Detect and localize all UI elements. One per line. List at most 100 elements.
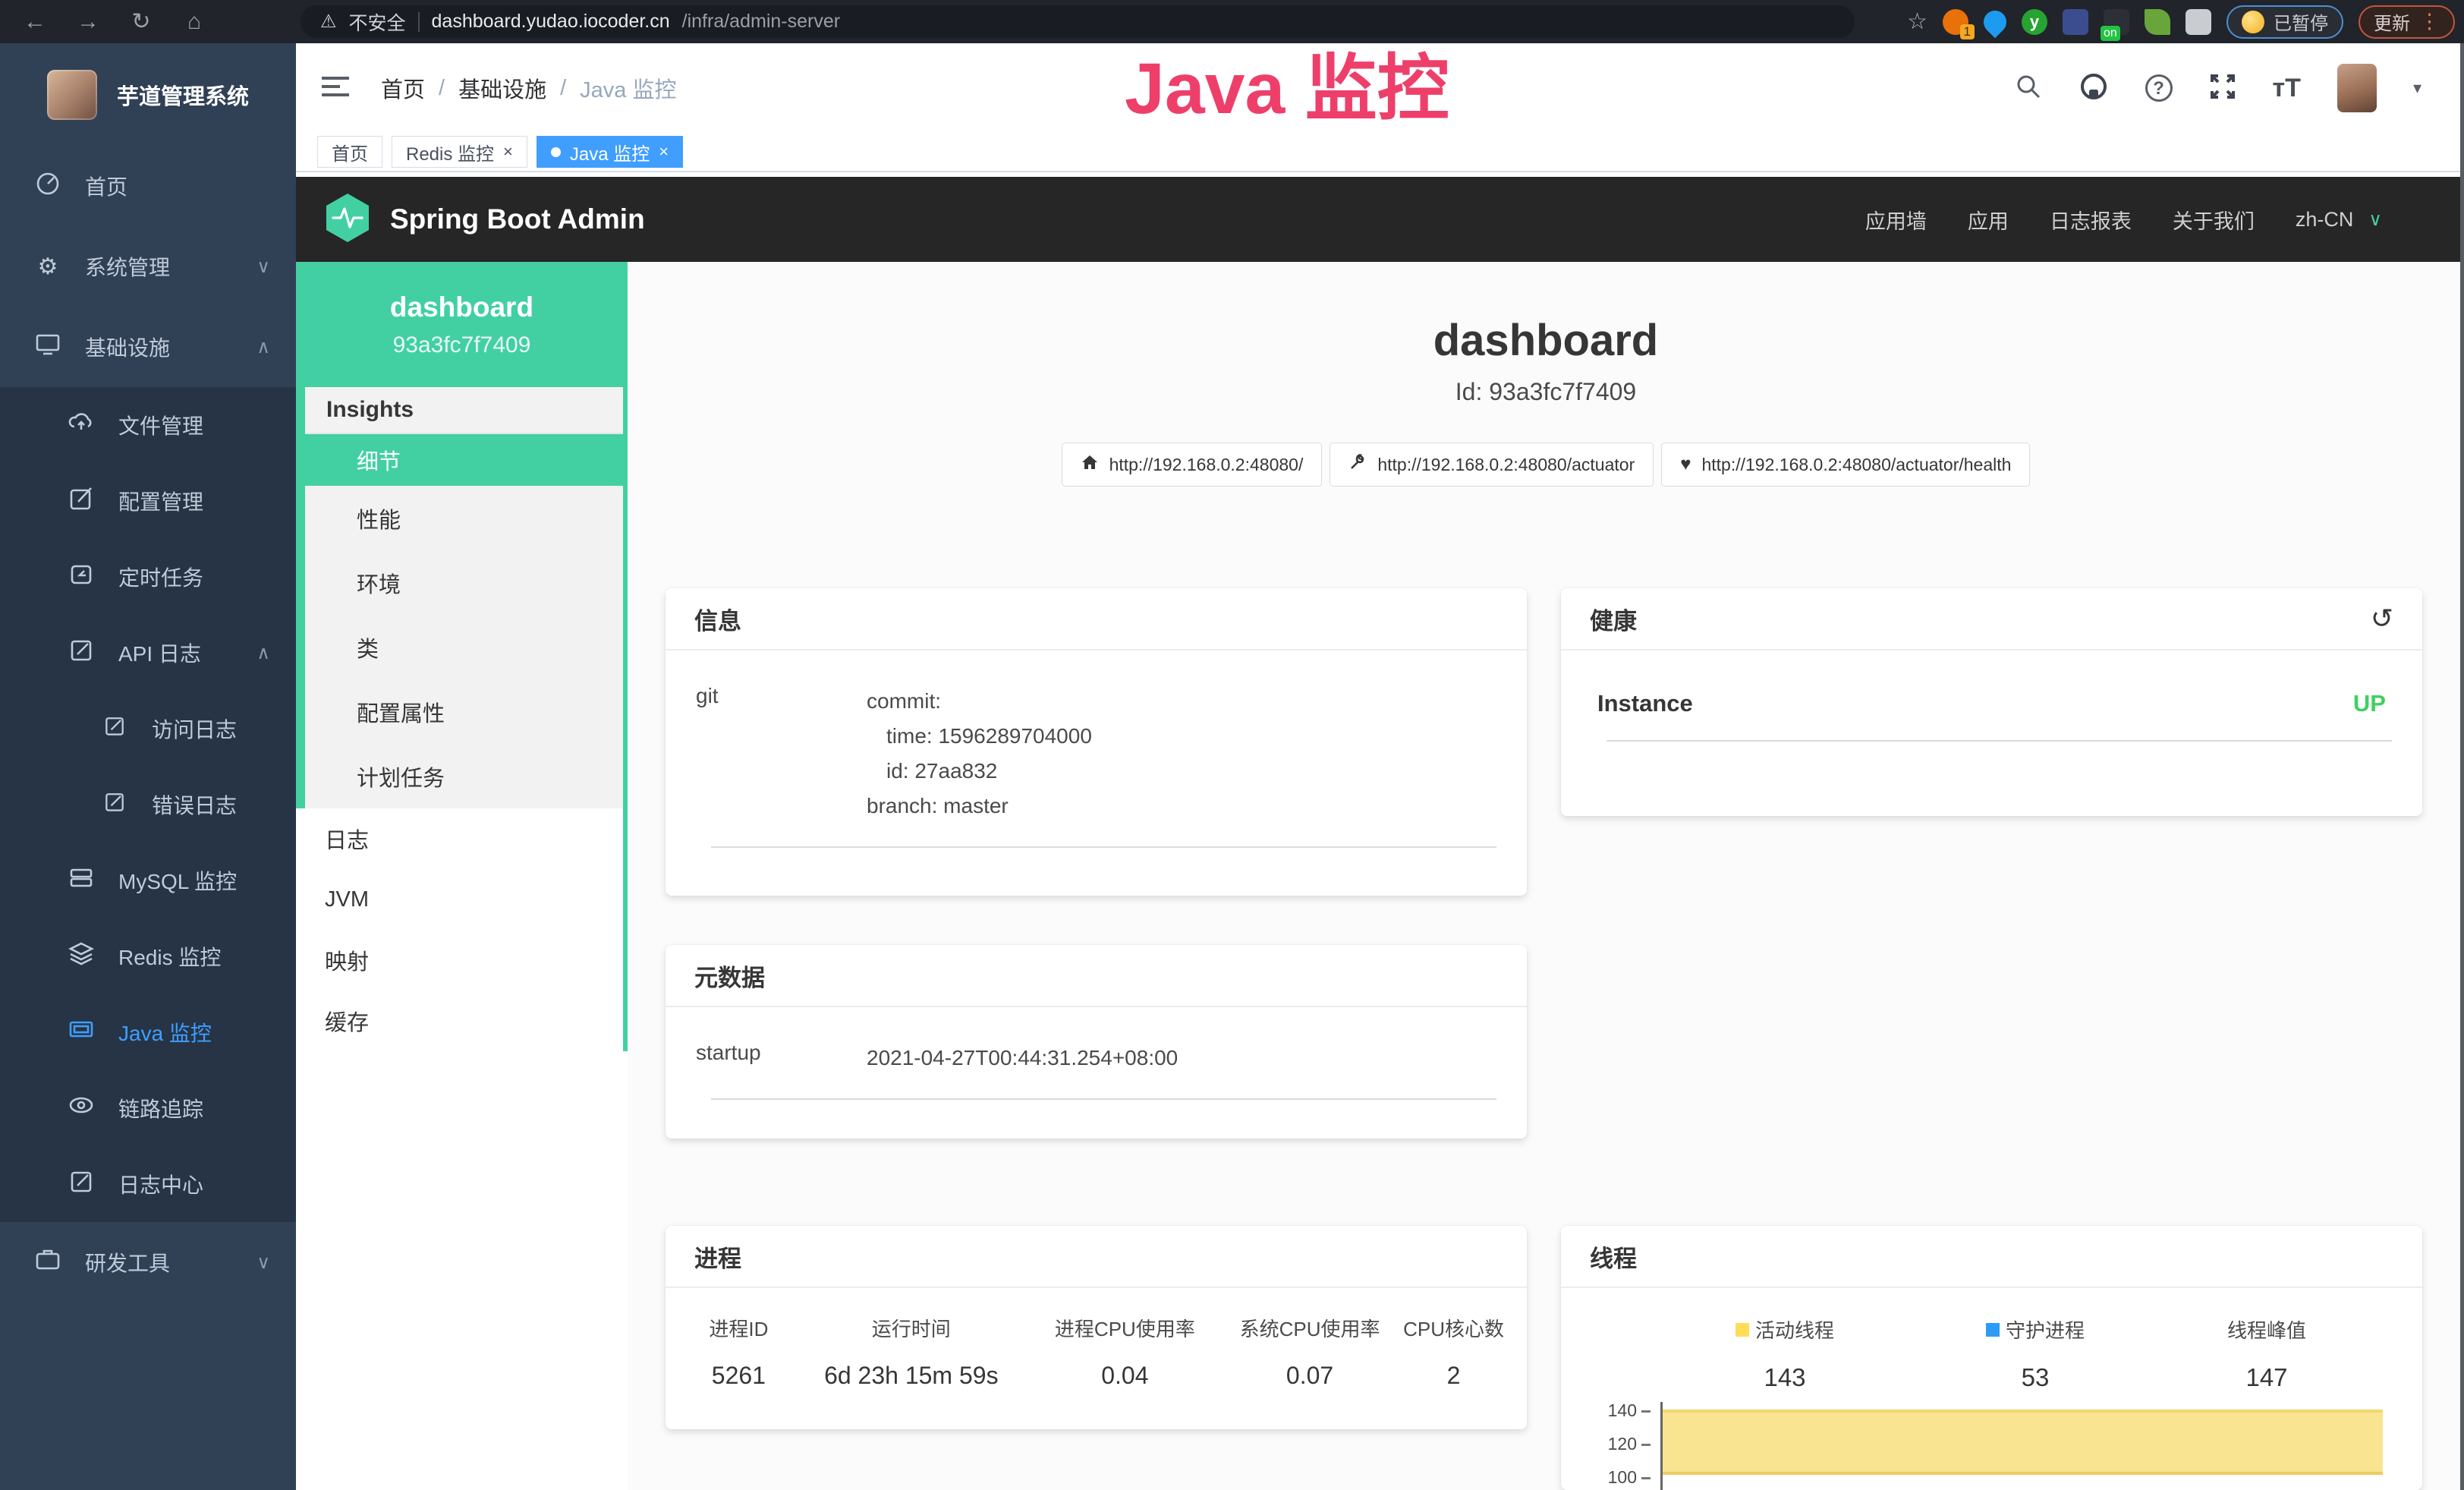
sba-menu-caches[interactable]: 缓存: [296, 991, 628, 1051]
live-threads-area: [1663, 1410, 2383, 1475]
sidebar-item-access-log[interactable]: 访问日志: [0, 691, 296, 767]
metadata-card-title: 元数据: [666, 945, 1527, 1007]
hamburger-icon[interactable]: [320, 74, 351, 103]
browser-menu-icon[interactable]: ⋮: [2419, 10, 2440, 33]
on-badge: on: [2101, 26, 2120, 41]
process-pid: 5261: [685, 1362, 792, 1390]
switch-extension-icon[interactable]: on: [2104, 9, 2129, 35]
annotation-text: Java 监控: [1125, 30, 1449, 134]
not-secure-label[interactable]: 不安全: [349, 8, 406, 36]
update-button[interactable]: 更新 ⋮: [2359, 5, 2455, 39]
sba-menu-scheduled-tasks[interactable]: 计划任务: [305, 744, 628, 808]
actuator-url-button[interactable]: http://192.168.0.2:48080/actuator: [1330, 443, 1654, 487]
sidebar-item-system[interactable]: ⚙ 系统管理 ∨: [0, 226, 296, 307]
locale-caret-icon[interactable]: ∨: [2368, 209, 2382, 231]
y-extension-icon[interactable]: y: [2022, 9, 2047, 35]
tag-redis-monitor[interactable]: Redis 监控 ×: [392, 136, 527, 168]
threads-area-chart: 140 120 100: [1561, 1399, 2422, 1490]
sidebar-item-tracing[interactable]: 链路追踪: [0, 1070, 296, 1146]
sba-menu-metrics[interactable]: 性能: [305, 486, 628, 550]
log-edit-icon: [67, 636, 96, 669]
paused-badge[interactable]: 已暂停: [2226, 5, 2343, 39]
sba-menu-environment[interactable]: 环境: [305, 550, 628, 615]
sba-brand-title[interactable]: Spring Boot Admin: [390, 203, 645, 235]
window-scrollbar[interactable]: [2460, 43, 2464, 1490]
sba-menu-logs[interactable]: 日志: [296, 808, 628, 869]
sidebar-item-error-log[interactable]: 错误日志: [0, 767, 296, 843]
forward-icon[interactable]: →: [67, 9, 109, 35]
tag-home[interactable]: 首页: [317, 136, 382, 168]
sba-nav-applications[interactable]: 应用: [1968, 205, 2009, 235]
sba-menu-jvm[interactable]: JVM: [296, 869, 628, 930]
sidebar-item-home[interactable]: 首页: [0, 146, 296, 226]
sidebar-item-file-manage[interactable]: 文件管理: [0, 387, 296, 463]
sba-menu-classes[interactable]: 类: [305, 615, 628, 679]
search-icon[interactable]: [2015, 73, 2042, 104]
sba-nav-locale[interactable]: zh-CN: [2296, 208, 2354, 232]
sba-nav-journal[interactable]: 日志报表: [2050, 205, 2132, 235]
dashboard-icon: [33, 169, 62, 203]
sba-nav-wallboard[interactable]: 应用墙: [1865, 205, 1927, 235]
address-bar[interactable]: ⚠ 不安全 dashboard.yudao.iocoder.cn/infra/a…: [301, 5, 1855, 38]
user-avatar[interactable]: [2337, 64, 2377, 112]
omnibox-divider: [418, 12, 420, 32]
cpu-cores: 2: [1400, 1362, 1507, 1390]
page-title: dashboard: [628, 315, 2464, 366]
breadcrumb-infra[interactable]: 基础设施: [458, 72, 546, 104]
sba-nav-about[interactable]: 关于我们: [2173, 205, 2255, 235]
row-divider: [1606, 740, 2392, 742]
chevron-down-icon: ∨: [256, 1252, 270, 1274]
bookmark-star-icon[interactable]: ☆: [1907, 8, 1927, 35]
extension-icon[interactable]: 1: [1943, 9, 1968, 35]
url-path: /infra/admin-server: [682, 11, 840, 33]
sba-sidebar: dashboard 93a3fc7f7409 Insights 细节 性能 环境…: [296, 262, 628, 1490]
sidebar-item-scheduled-jobs[interactable]: 定时任务: [0, 539, 296, 615]
update-label: 更新: [2374, 8, 2410, 35]
health-card: 健康 ↺ Instance UP: [1561, 588, 2422, 816]
close-icon[interactable]: ×: [659, 142, 669, 162]
fullscreen-icon[interactable]: [2209, 73, 2236, 104]
back-icon[interactable]: ←: [14, 9, 56, 35]
system-cpu: 0.07: [1219, 1362, 1400, 1390]
row-divider: [711, 846, 1496, 848]
legend-label: 守护进程: [2006, 1315, 2085, 1344]
sba-menu-mappings[interactable]: 映射: [296, 930, 628, 991]
insights-group: Insights 细节 性能 环境 类 配置属性 计划任务: [296, 387, 628, 808]
app-logo-row[interactable]: 芋道管理系统: [0, 43, 296, 146]
github-icon[interactable]: [2079, 71, 2109, 106]
map-pin-extension-icon[interactable]: [1979, 5, 2011, 37]
history-icon[interactable]: ↺: [2371, 603, 2393, 635]
reload-icon[interactable]: ↻: [120, 8, 162, 35]
extensions-puzzle-icon[interactable]: [2186, 9, 2211, 35]
font-size-icon[interactable]: ᴛT: [2273, 74, 2301, 103]
grid-extension-icon[interactable]: [2063, 9, 2088, 35]
sba-menu-config-props[interactable]: 配置属性: [305, 679, 628, 744]
sidebar-item-log-center[interactable]: 日志中心: [0, 1146, 296, 1222]
tag-java-monitor[interactable]: Java 监控 ×: [537, 136, 683, 168]
sidebar-item-java-monitor[interactable]: Java 监控: [0, 994, 296, 1070]
database-server-icon: [67, 864, 96, 897]
url-domain: dashboard.yudao.iocoder.cn: [432, 11, 670, 33]
metadata-key: startup: [696, 1041, 867, 1076]
not-secure-warning-icon: ⚠: [320, 11, 337, 33]
close-icon[interactable]: ×: [503, 142, 513, 162]
browser-home-icon[interactable]: ⌂: [173, 9, 216, 35]
help-icon[interactable]: ?: [2145, 74, 2173, 102]
service-url-button[interactable]: http://192.168.0.2:48080/: [1062, 443, 1323, 487]
health-url-button[interactable]: ♥ http://192.168.0.2:48080/actuator/heal…: [1661, 443, 2030, 487]
briefcase-icon: [33, 1246, 62, 1279]
process-cpu: 0.04: [1031, 1362, 1219, 1390]
health-key: Instance: [1597, 690, 2353, 717]
breadcrumb-home[interactable]: 首页: [381, 72, 425, 104]
instance-header: dashboard 93a3fc7f7409: [296, 262, 628, 387]
sba-menu-details[interactable]: 细节: [296, 434, 628, 486]
sidebar-item-api-log[interactable]: API 日志 ∧: [0, 615, 296, 691]
legend-swatch-daemon: [1986, 1323, 2000, 1337]
leaf-extension-icon[interactable]: [2145, 9, 2170, 35]
sidebar-item-mysql-monitor[interactable]: MySQL 监控: [0, 843, 296, 918]
sidebar-item-dev-tools[interactable]: 研发工具 ∨: [0, 1222, 296, 1303]
user-caret-icon[interactable]: ▾: [2413, 78, 2422, 98]
sidebar-item-config-manage[interactable]: 配置管理: [0, 463, 296, 539]
sidebar-item-infra[interactable]: 基础设施 ∧: [0, 307, 296, 387]
sidebar-item-redis-monitor[interactable]: Redis 监控: [0, 918, 296, 994]
